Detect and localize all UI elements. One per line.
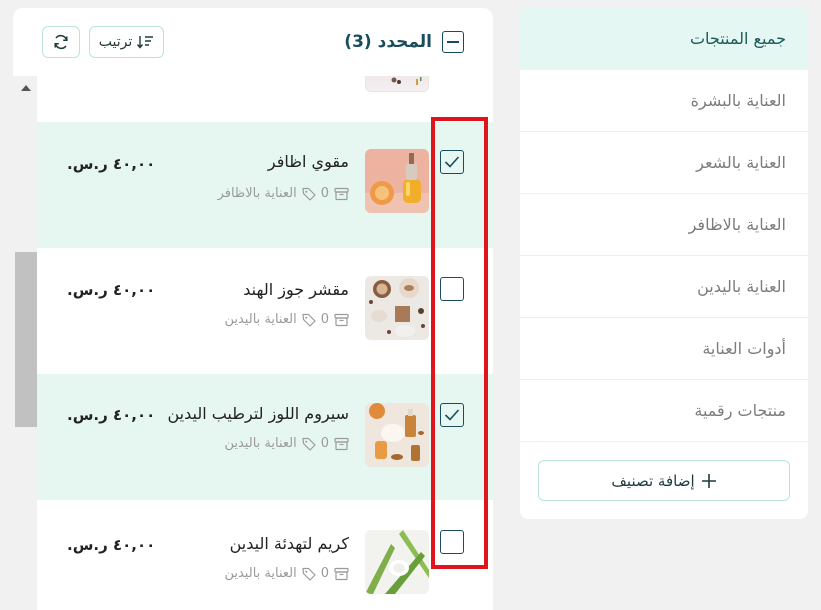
- row-checkbox[interactable]: [440, 530, 464, 554]
- box-icon: [334, 567, 349, 580]
- product-category: العناية بالاظافر: [217, 186, 297, 201]
- product-thumbnail: [365, 276, 429, 340]
- stock-count: 0: [320, 566, 329, 581]
- tag-icon: [302, 567, 316, 581]
- category-sidebar: جميع المنتجات العناية بالبشرة العناية با…: [520, 8, 808, 519]
- sort-icon: [137, 36, 154, 49]
- check-icon: [444, 156, 460, 168]
- product-thumbnail: [365, 76, 429, 92]
- table-row[interactable]: مقشر جوز الهند 0 العناية باليدين ٤٠,٠٠ ر…: [37, 248, 493, 374]
- product-meta: 0 العناية بالاظافر: [218, 186, 349, 201]
- stock-count: 0: [320, 312, 329, 327]
- table-row[interactable]: مقوي اظافر 0 العناية بالاظافر ٤٠,٠٠ ر.س.: [37, 122, 493, 248]
- category-care-tools[interactable]: أدوات العناية: [520, 318, 808, 380]
- product-price: ٤٠,٠٠ ر.س.: [67, 155, 156, 173]
- product-price: ٤٠,٠٠ ر.س.: [67, 406, 156, 424]
- product-thumbnail: [365, 530, 429, 594]
- sort-button[interactable]: ترتيب: [89, 26, 164, 58]
- selected-count-label: المحدد (3): [344, 32, 432, 52]
- row-checkbox[interactable]: [440, 403, 464, 427]
- selection-summary: المحدد (3): [344, 31, 464, 53]
- tag-icon: [302, 187, 316, 201]
- table-row[interactable]: سيروم اللوز لترطيب اليدين 0 العناية بالي…: [37, 374, 493, 500]
- box-icon: [334, 187, 349, 200]
- plus-icon: [701, 473, 716, 488]
- scrollbar-thumb[interactable]: [15, 252, 37, 427]
- category-nail-care[interactable]: العناية بالاظافر: [520, 194, 808, 256]
- stock-count: 0: [320, 186, 329, 201]
- deselect-all-checkbox[interactable]: [442, 31, 464, 53]
- stock-count: 0: [320, 436, 329, 451]
- product-thumbnail: [365, 149, 429, 213]
- table-row[interactable]: كريم لتهدئة اليدين 0 العناية باليدين ٤٠,…: [37, 500, 493, 610]
- sort-label: ترتيب: [98, 34, 133, 50]
- add-category-button[interactable]: إضافة تصنيف: [538, 460, 790, 501]
- tag-icon: [302, 313, 316, 327]
- list-item-partial: [37, 76, 493, 122]
- box-icon: [334, 437, 349, 450]
- row-checkbox[interactable]: [440, 150, 464, 174]
- add-category-label: إضافة تصنيف: [611, 471, 695, 490]
- product-meta: 0 العناية باليدين: [224, 312, 349, 327]
- product-price: ٤٠,٠٠ ر.س.: [67, 281, 156, 299]
- category-hand-care[interactable]: العناية باليدين: [520, 256, 808, 318]
- box-icon: [334, 313, 349, 326]
- product-list: مقوي اظافر 0 العناية بالاظافر ٤٠,٠٠ ر.س.: [37, 76, 493, 610]
- scroll-up-arrow-icon[interactable]: [21, 85, 31, 91]
- product-thumbnail: [365, 403, 429, 467]
- product-category: العناية باليدين: [224, 566, 297, 581]
- tag-icon: [302, 437, 316, 451]
- category-skin-care[interactable]: العناية بالبشرة: [520, 70, 808, 132]
- product-category: العناية باليدين: [224, 312, 297, 327]
- refresh-icon: [54, 34, 68, 50]
- products-toolbar: المحدد (3) ترتيب: [13, 8, 493, 76]
- check-icon: [444, 409, 460, 421]
- product-category: العناية باليدين: [224, 436, 297, 451]
- product-price: ٤٠,٠٠ ر.س.: [67, 536, 156, 554]
- category-all-products[interactable]: جميع المنتجات: [520, 8, 808, 70]
- product-meta: 0 العناية باليدين: [224, 566, 349, 581]
- category-digital-products[interactable]: منتجات رقمية: [520, 380, 808, 442]
- refresh-button[interactable]: [42, 26, 80, 58]
- row-checkbox[interactable]: [440, 277, 464, 301]
- products-scrollbar[interactable]: [15, 76, 37, 610]
- product-meta: 0 العناية باليدين: [224, 436, 349, 451]
- category-hair-care[interactable]: العناية بالشعر: [520, 132, 808, 194]
